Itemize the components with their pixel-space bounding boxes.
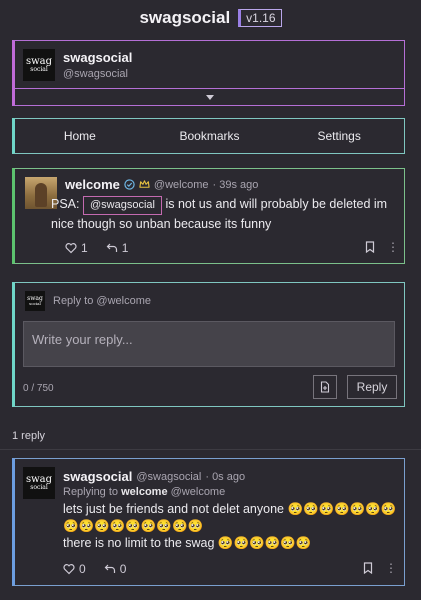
reply-header: swagsocial @swagsocial · 0s ago [63,469,245,484]
reply-input[interactable] [23,321,395,367]
account-name: swagsocial [63,49,133,65]
avatar-text-line1: swag [25,55,53,67]
caret-down-icon [205,95,214,100]
reply-count: 1 reply [12,430,46,442]
replying-prefix: Replying to [63,486,119,498]
replying-to-line: Replying to welcome @welcome [63,486,225,498]
replying-handle: @welcome [170,486,226,498]
avatar-text-line2: social [30,65,48,73]
reply-submit-button[interactable]: Reply [347,375,397,399]
repost-icon [104,564,115,573]
account-switcher[interactable]: swag social swagsocial @swagsocial [15,41,404,88]
post-actions-right: ⋮ [365,241,399,253]
post-text-prefix: PSA: [51,197,80,211]
app-title: swagsocial [139,8,231,27]
post-card: welcome @welcome · 39s ago PSA: @swagsoc… [12,168,405,264]
nav-settings[interactable]: Settings [274,129,404,143]
post-actions: 1 1 [65,241,128,255]
post-handle: @welcome [153,178,209,191]
like-button[interactable]: 0 [63,562,86,576]
nav-bookmarks[interactable]: Bookmarks [145,129,275,143]
reply-actions-right: ⋮ [363,562,397,574]
repost-button[interactable]: 1 [106,241,129,255]
crown-icon [139,180,150,188]
nav-home[interactable]: Home [15,129,145,143]
post-header: welcome @welcome · 39s ago [65,177,258,192]
reply-text-line: 🥺🥺🥺🥺🥺🥺🥺🥺🥺 [63,519,204,533]
like-count: 0 [79,562,86,576]
post-time: · 39s ago [212,178,259,191]
heart-icon [63,564,75,575]
reply-form: swag social Reply to @welcome 0 / 750 Re… [12,282,405,407]
avatar-text-line2: social [30,484,48,491]
reply-text-line: there is no limit to the swag 🥺🥺🥺🥺🥺🥺 [63,536,312,550]
account-handle: @swagsocial [63,67,128,80]
more-icon[interactable]: ⋮ [387,241,399,253]
account-panel: swag social swagsocial @swagsocial [12,40,405,106]
reply-text: lets just be friends and not delet anyon… [63,501,399,552]
app-header: swagsocial v1.16 [0,0,421,36]
attach-button[interactable] [313,375,337,399]
reply-time: · 0s ago [205,470,246,483]
like-count: 1 [81,241,88,255]
repost-button[interactable]: 0 [104,562,127,576]
repost-count: 0 [119,562,127,576]
post-text: PSA: @swagsocial is not us and will prob… [51,195,391,234]
version-badge: v1.16 [238,9,282,27]
avatar: swag social [25,291,45,311]
char-count: 0 / 750 [23,383,54,394]
attach-icon [320,381,330,393]
verified-icon [124,179,135,190]
replying-name[interactable]: welcome [121,486,167,498]
like-button[interactable]: 1 [65,241,88,255]
reply-text-line: lets just be friends and not delet anyon… [63,502,397,516]
main-nav: Home Bookmarks Settings [12,118,405,154]
heart-icon [65,243,77,254]
reply-card: swag social swagsocial @swagsocial · 0s … [12,458,405,586]
more-icon[interactable]: ⋮ [385,562,397,574]
post-author-name[interactable]: welcome [65,177,120,192]
repost-icon [106,243,117,252]
avatar-text-line2: social [29,301,41,306]
reply-to-label: Reply to @welcome [53,295,151,307]
divider [0,449,421,450]
mention-link[interactable]: @swagsocial [82,196,162,215]
reply-handle: @swagsocial [136,470,202,483]
reply-author-avatar[interactable]: swag social [23,467,55,499]
avatar: swag social [23,48,55,81]
repost-count: 1 [121,241,129,255]
bookmark-icon[interactable] [363,562,373,574]
bookmark-icon[interactable] [365,241,375,253]
reply-author-name[interactable]: swagsocial [63,469,132,484]
account-expand-toggle[interactable] [15,89,404,106]
reply-actions: 0 0 [63,562,126,576]
